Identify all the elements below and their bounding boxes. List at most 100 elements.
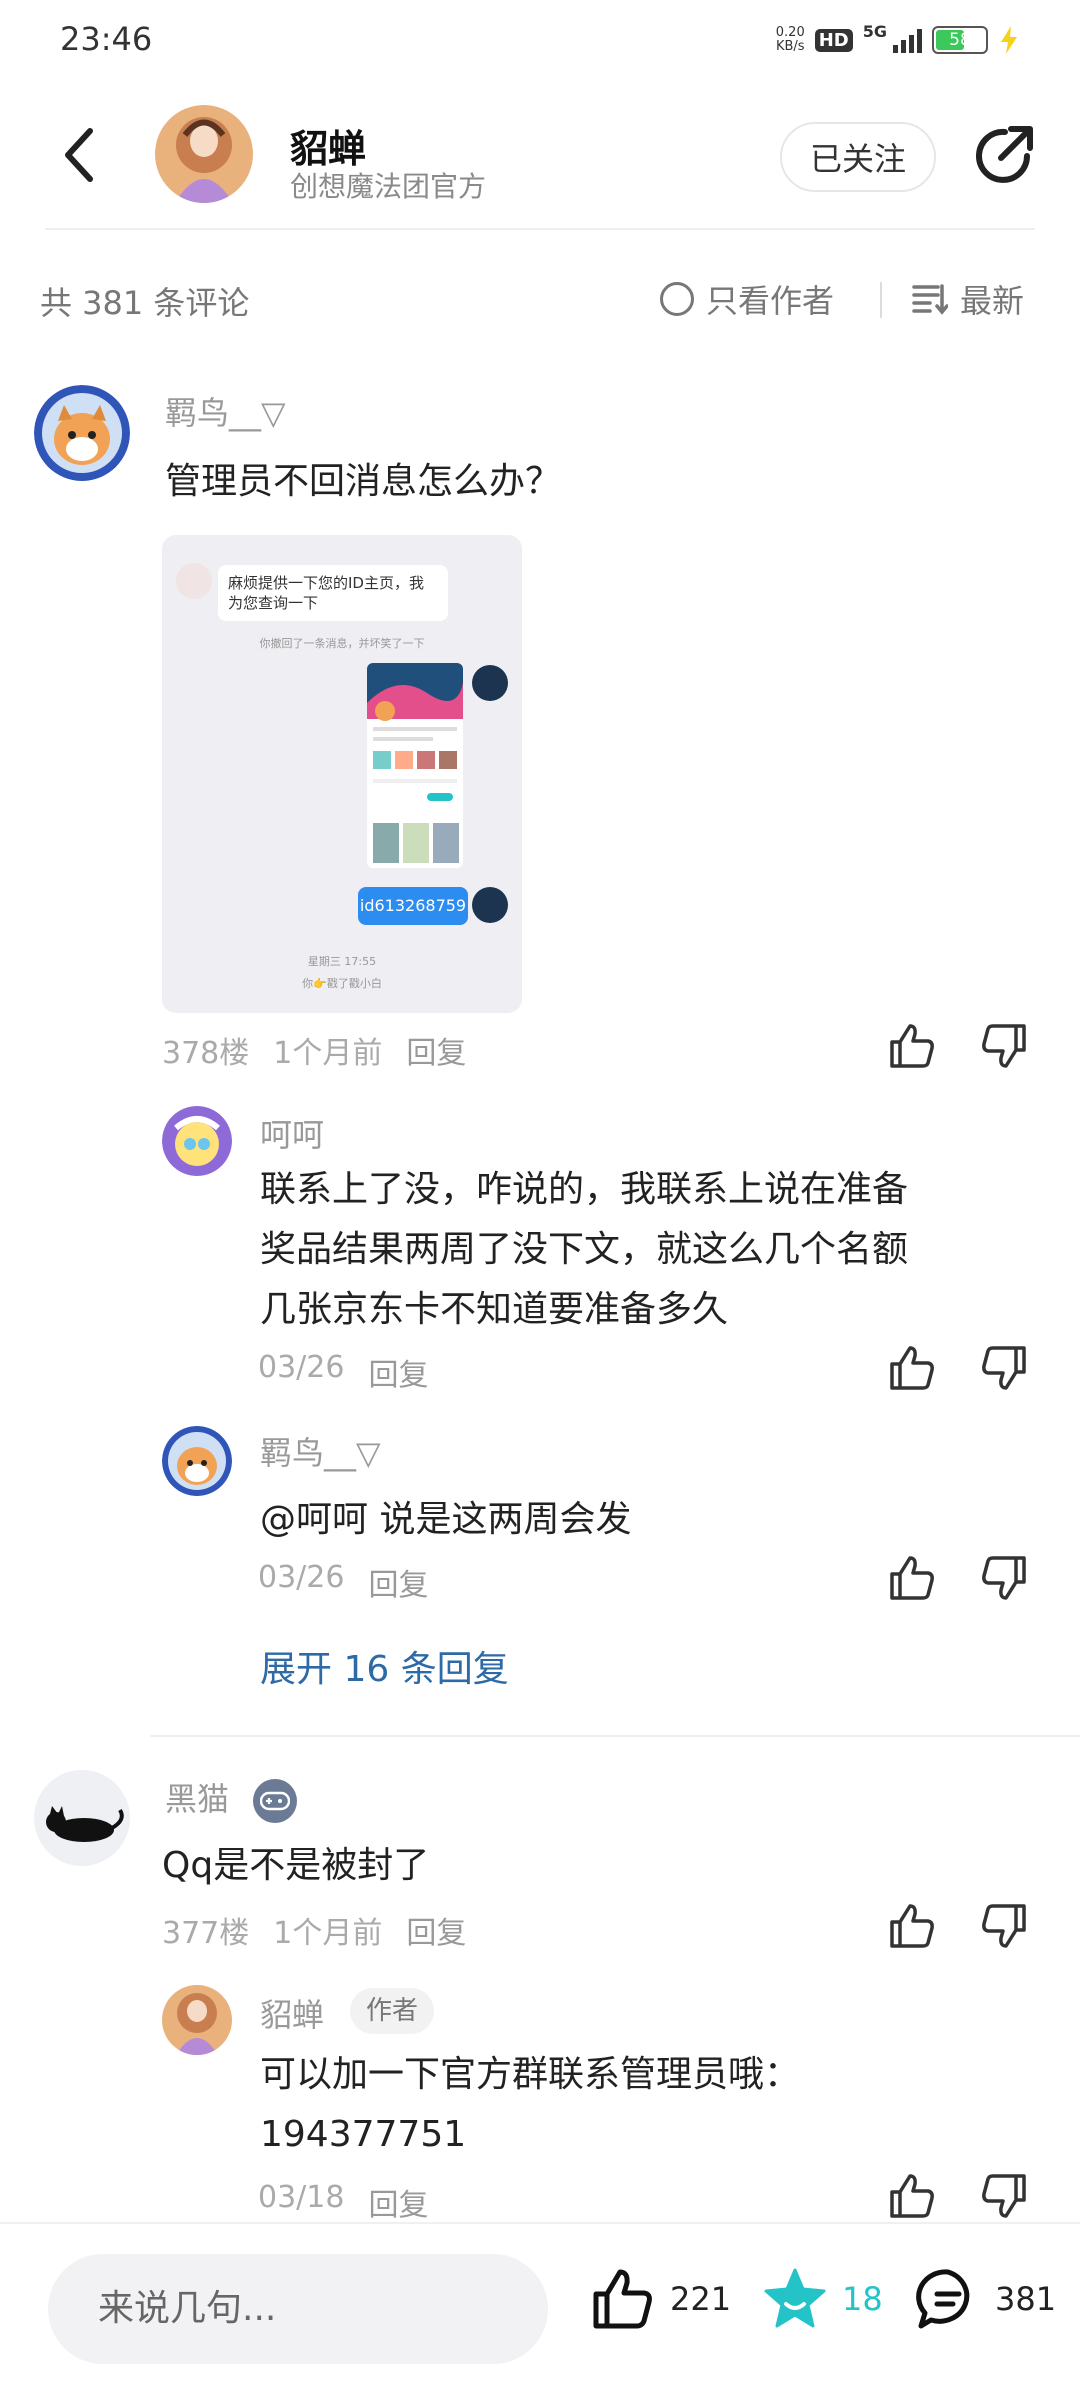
comment-actions xyxy=(886,1020,1030,1072)
comment-count: 共 381 条评论 xyxy=(40,284,250,322)
reply-button[interactable]: 回复 xyxy=(368,1350,428,1394)
commenter-avatar[interactable] xyxy=(34,385,130,481)
reply-name[interactable]: 呵呵 xyxy=(260,1110,324,1156)
reply-text-line: 可以加一下官方群联系管理员哦： xyxy=(260,2054,801,2095)
comment-text: Qq是不是被封了 xyxy=(162,1845,430,1886)
like-button[interactable]: 221 xyxy=(590,2266,731,2332)
profile-preview-image xyxy=(367,663,463,863)
commenter-name-row: 黑猫 xyxy=(165,1774,298,1823)
chat-avatar-self-2 xyxy=(472,887,508,923)
reply-meta: 03/26 回复 xyxy=(258,1560,428,1604)
comment-icon xyxy=(916,2269,970,2329)
star-icon xyxy=(764,2268,826,2328)
author-only-toggle[interactable]: 只看作者 xyxy=(660,276,834,322)
reply-actions xyxy=(886,2170,1030,2222)
game-controller-icon xyxy=(253,1779,298,1823)
comment-count-total: 381 xyxy=(995,2280,1057,2318)
thumbs-down-icon[interactable] xyxy=(978,1342,1030,1394)
thumbs-down-icon[interactable] xyxy=(978,1900,1030,1952)
chat-avatar-self xyxy=(472,665,508,701)
reply-avatar[interactable] xyxy=(162,1985,232,2055)
battery-icon: 58 xyxy=(932,26,988,54)
reply-button[interactable]: 回复 xyxy=(368,2180,428,2224)
sort-label: 最新 xyxy=(960,282,1025,320)
share-icon[interactable] xyxy=(965,118,1041,194)
thumbs-up-icon xyxy=(593,2269,652,2329)
reply-time: 03/26 xyxy=(258,1350,345,1385)
network-speed: 0.20 KB/s xyxy=(776,26,805,54)
net-speed-unit: KB/s xyxy=(775,39,805,54)
commenter-name[interactable]: 黑猫 xyxy=(165,1780,229,1818)
comment-actions xyxy=(886,1900,1030,1952)
comment-meta: 378楼 1个月前 回复 xyxy=(162,1028,466,1072)
comment-button[interactable]: 381 xyxy=(915,2266,1056,2332)
comment-time: 1个月前 xyxy=(273,1916,383,1951)
bottom-bar: 来说几句... 221 18 381 xyxy=(0,2222,1080,2400)
thumbs-down-icon[interactable] xyxy=(978,1020,1030,1072)
signal-icon xyxy=(893,27,922,53)
reply-time: 03/26 xyxy=(258,1560,345,1595)
back-arrow-icon xyxy=(65,128,93,182)
thumbs-down-icon[interactable] xyxy=(978,1552,1030,1604)
comment-text: 管理员不回消息怎么办？ xyxy=(165,461,562,502)
commenter-name[interactable]: 羁鸟__▽ xyxy=(165,388,286,434)
floor-number: 377楼 xyxy=(162,1916,250,1951)
reply-actions xyxy=(886,1552,1030,1604)
star-count: 18 xyxy=(842,2280,883,2318)
thumbs-down-icon[interactable] xyxy=(978,2170,1030,2222)
reply-text-line: 194377751 xyxy=(260,2114,467,2155)
chat-profile-screenshot xyxy=(367,663,463,868)
follow-button[interactable]: 已关注 xyxy=(780,122,936,192)
author-avatar[interactable] xyxy=(155,105,253,203)
charging-icon xyxy=(1001,26,1017,54)
expand-replies-link[interactable]: 展开 16 条回复 xyxy=(260,1640,509,1692)
author-badge: 作者 xyxy=(350,1988,435,2034)
chat-poke: 你👉戳了戳小白 xyxy=(302,977,382,990)
reply-avatar[interactable] xyxy=(162,1106,232,1176)
sort-icon xyxy=(912,284,948,315)
comments-toolbar: 共 381 条评论 只看作者 最新 xyxy=(0,260,1080,340)
thumbs-up-icon[interactable] xyxy=(886,1342,938,1394)
reply-button[interactable]: 回复 xyxy=(368,1560,428,1604)
thumbs-up-icon[interactable] xyxy=(886,1020,938,1072)
star-button[interactable]: 18 xyxy=(762,2266,883,2332)
reply-text-line: 奖品结果两周了没下文，就这么几个名额 xyxy=(260,1229,909,1270)
battery-level: 58 xyxy=(949,30,971,50)
comment-divider xyxy=(150,1735,1080,1737)
reply-time: 03/18 xyxy=(258,2180,345,2215)
comment-meta: 377楼 1个月前 回复 xyxy=(162,1908,466,1952)
thumbs-up-icon[interactable] xyxy=(886,2170,938,2222)
status-bar: 23:46 0.20 KB/s HD 5G 58 xyxy=(0,0,1080,80)
toolbar-separator xyxy=(880,282,882,318)
header-divider xyxy=(45,228,1035,230)
status-indicators: 0.20 KB/s HD 5G 58 xyxy=(776,22,1020,58)
comment-time: 1个月前 xyxy=(273,1036,383,1071)
net-speed-value: 0.20 xyxy=(775,25,805,40)
thumbs-up-icon[interactable] xyxy=(886,1900,938,1952)
back-button[interactable] xyxy=(50,120,110,190)
network-type: 5G xyxy=(862,22,887,41)
reply-text-line: 联系上了没，咋说的，我联系上说在准备 xyxy=(260,1169,909,1210)
reply-actions xyxy=(886,1342,1030,1394)
comment-input[interactable]: 来说几句... xyxy=(48,2254,548,2364)
commenter-avatar[interactable] xyxy=(34,1770,130,1866)
reply-button[interactable]: 回复 xyxy=(406,1028,466,1072)
diaochan-avatar-image xyxy=(155,105,253,203)
comment-image[interactable]: 麻烦提供一下您的ID主页，我为您查询一下 你撤回了一条消息，并坏笑了一下 id6… xyxy=(162,535,522,1013)
like-count: 221 xyxy=(670,2280,732,2318)
reply-name[interactable]: 貂蝉 xyxy=(260,1990,324,2036)
thumbs-up-icon[interactable] xyxy=(886,1552,938,1604)
black-cat-avatar-image xyxy=(34,1770,130,1866)
author-only-label: 只看作者 xyxy=(706,282,835,320)
status-time: 23:46 xyxy=(60,20,153,58)
reply-text-line: 几张京东卡不知道要准备多久 xyxy=(260,1289,729,1330)
reply-button[interactable]: 回复 xyxy=(406,1908,466,1952)
reply-name[interactable]: 羁鸟__▽ xyxy=(260,1428,381,1474)
sort-button[interactable]: 最新 xyxy=(912,276,1024,322)
reply-meta: 03/26 回复 xyxy=(258,1350,428,1394)
radio-icon xyxy=(660,282,694,316)
chat-date: 星期三 17:55 xyxy=(307,955,377,968)
reply-avatar[interactable] xyxy=(162,1426,232,1496)
chat-message: 麻烦提供一下您的ID主页，我为您查询一下 xyxy=(218,565,448,621)
chat-avatar xyxy=(176,563,212,599)
